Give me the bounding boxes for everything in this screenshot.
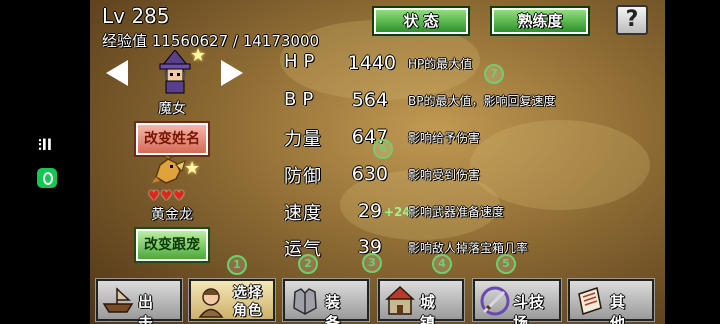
stat-spd-desc: 影响武器准备速度 xyxy=(408,205,505,219)
stat-def-desc: 影响受到伤害 xyxy=(408,168,481,182)
ship-icon xyxy=(102,287,134,313)
exp-display: 经验值 11560627 / 14173000 xyxy=(102,32,320,50)
golden-dragon-pet-sprite xyxy=(152,155,186,184)
menu-other-button[interactable]: 其 他 xyxy=(567,278,655,324)
system-right-strip xyxy=(665,0,720,324)
tutorial-marker[interactable]: 6 xyxy=(373,139,393,159)
stat-luck-desc: 影响敌人掉落宝箱几率 xyxy=(408,241,529,255)
armor-icon xyxy=(293,288,317,315)
stat-spd-value: 29 xyxy=(357,200,382,222)
next-character-arrow-icon[interactable] xyxy=(221,60,243,86)
tutorial-marker[interactable]: 3 xyxy=(362,253,382,273)
town-icon xyxy=(385,285,415,315)
stat-bp-desc: BP的最大值，影响回复速度 xyxy=(408,94,556,108)
menu-other-label: 其 他 xyxy=(610,293,630,324)
prev-character-arrow-icon[interactable] xyxy=(106,60,128,86)
witch-character-sprite xyxy=(159,50,191,94)
menu-arena-label: 斗技场 xyxy=(513,293,546,324)
level-display: Lv 285 xyxy=(102,4,170,28)
menu-sortie-label: 出 击 xyxy=(138,293,158,324)
tutorial-marker[interactable]: 4 xyxy=(432,254,452,274)
stat-hp-desc: HP的最大值 xyxy=(408,57,473,71)
rename-button[interactable]: 改变姓名 xyxy=(134,121,210,157)
character-star-icon: ★ xyxy=(190,45,207,66)
tutorial-marker[interactable]: 5 xyxy=(496,254,516,274)
menu-town-label: 城 镇 xyxy=(420,293,440,324)
help-button[interactable]: ? xyxy=(616,5,648,35)
tab-status[interactable]: 状 态 xyxy=(372,6,470,36)
pet-star-icon: ★ xyxy=(184,158,201,179)
system-side-strip: ⫶ll xyxy=(0,0,90,324)
stat-hp-value: 1440 xyxy=(347,52,396,74)
menu-select-label-1: 选择 xyxy=(233,285,263,301)
stat-spd-bonus: +24 xyxy=(384,205,411,219)
game-screen: Lv 285 经验值 11560627 / 14173000 ★ 魔女 改变姓名… xyxy=(90,0,665,324)
tutorial-marker[interactable]: 1 xyxy=(227,255,247,275)
menu-select-character-button[interactable]: 选择 角色 xyxy=(188,278,276,322)
character-name: 魔女 xyxy=(158,101,186,117)
chat-app-icon[interactable] xyxy=(37,168,57,188)
stat-str-desc: 影响给予伤害 xyxy=(408,131,481,145)
pet-hearts-icon: ♥♥♥ xyxy=(148,189,186,204)
arena-sword-icon xyxy=(480,286,510,316)
stat-def-value: 630 xyxy=(351,163,388,185)
tutorial-marker[interactable]: 2 xyxy=(298,254,318,274)
menu-equipment-button[interactable]: 装 备 xyxy=(282,278,370,324)
stat-bp-value: 564 xyxy=(351,89,388,111)
character-portrait-icon xyxy=(198,288,224,318)
menu-arena-button[interactable]: 斗技场 xyxy=(472,278,562,324)
menu-town-button[interactable]: 城 镇 xyxy=(377,278,465,324)
menu-select-label-2: 角色 xyxy=(233,303,263,319)
pet-name: 黄金龙 xyxy=(151,207,193,223)
menu-equipment-label: 装 备 xyxy=(325,293,345,324)
tutorial-marker[interactable]: 7 xyxy=(484,64,504,84)
change-pet-button[interactable]: 改变跟宠 xyxy=(134,227,210,263)
scroll-icon xyxy=(578,287,602,315)
signal-status-icon: ⫶ll xyxy=(38,136,53,154)
menu-sortie-button[interactable]: 出 击 xyxy=(95,278,183,324)
tab-proficiency[interactable]: 熟练度 xyxy=(490,6,590,36)
